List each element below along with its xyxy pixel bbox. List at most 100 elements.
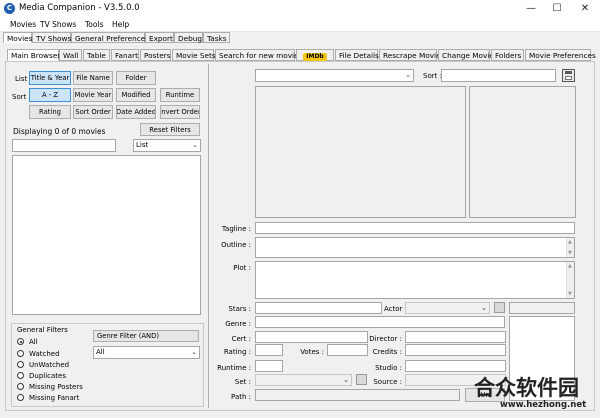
studio-field[interactable] [405,360,506,372]
runtime-field[interactable] [255,360,283,372]
save-disk-icon[interactable] [562,69,575,82]
chevron-down-icon: ⌄ [192,141,198,149]
sort-movie-year-button[interactable]: Movie Year [73,88,113,102]
path-field [255,389,460,401]
subtab-rescrape-movie[interactable]: Rescrape Movie [379,49,441,61]
scroll-up-icon: ▲ [568,263,572,269]
filter-duplicates-label: Duplicates [29,372,66,380]
subtab-file-details[interactable]: File Details [335,49,379,61]
sort-rating-button[interactable]: Rating [29,105,71,119]
subtab-table[interactable]: Table [83,49,110,61]
genre-field[interactable] [255,316,505,328]
subtab-search-new-movies[interactable]: Search for new movies [215,49,302,61]
scroll-down-icon: ▼ [568,291,572,297]
reset-filters-button[interactable]: Reset Filters [140,123,200,136]
credits-label: Credits : [372,348,402,356]
fanart-image [255,86,466,218]
watermark-main-text: 合众软件园 [474,376,579,400]
filter-missing-fanart-radio[interactable] [17,394,24,401]
cert-label: Cert : [231,335,251,343]
genre-select[interactable]: All ⌄ [93,346,200,359]
folder-button[interactable]: Folder [116,71,156,85]
stars-field[interactable] [255,302,382,314]
plot-field[interactable]: ▲ ▼ [255,261,575,299]
tab-tv-shows[interactable]: TV Shows [32,32,71,43]
menu-help[interactable]: Help [112,20,129,29]
subtab-posters[interactable]: Posters [140,49,171,61]
outline-field[interactable]: ▲ ▼ [255,237,575,258]
subtab-movie-sets[interactable]: Movie Sets [172,49,216,61]
genre-label: Genre : [225,320,251,328]
title-year-button[interactable]: Title & Year [29,71,71,85]
director-field[interactable] [405,331,506,343]
rating-label: Rating : [223,348,251,356]
actor-role-field [509,302,575,314]
filter-unwatched-radio[interactable] [17,361,24,368]
genre-filter-button[interactable]: Genre Filter (AND) [93,330,199,342]
tab-export[interactable]: Export [145,32,174,43]
runtime-label: Runtime : [217,364,251,372]
set-label: Set : [234,378,251,386]
window-title: Media Companion - V3.5.0.0 [19,3,140,13]
outline-label: Outline : [221,241,251,249]
sort-a-z-button[interactable]: A - Z [29,88,71,102]
rating-field[interactable] [255,344,283,356]
subtab-main-browser[interactable]: Main Browser [7,49,60,61]
subtab-fanart[interactable]: Fanart [111,49,139,61]
sort-sort-order-button[interactable]: Sort Order [73,105,113,119]
path-label: Path : [231,393,251,401]
credits-field[interactable] [405,344,506,356]
invert-order-button[interactable]: Invert Order [160,105,200,119]
stars-label: Stars : [228,305,251,313]
close-icon[interactable]: ✕ [571,0,599,18]
subtab-imdb[interactable]: IMDb [296,49,334,61]
filter-all-radio[interactable] [17,338,24,345]
sort-date-added-button[interactable]: Date Added [116,105,156,119]
tab-movies[interactable]: Movies [3,32,32,43]
plot-label: Plot : [233,264,251,272]
sort-modified-button[interactable]: Modified [116,88,156,102]
scroll-up-icon: ▲ [568,239,572,245]
tab-tasks[interactable]: Tasks [203,32,230,43]
watermark-url-text: www.hezhong.net [500,400,587,410]
filter-duplicates-radio[interactable] [17,372,24,379]
menu-tv-shows[interactable]: TV Shows [40,20,76,29]
studio-label: Studio : [375,364,402,372]
subtab-change-movie[interactable]: Change Movie [438,49,494,61]
cert-field[interactable] [255,331,368,343]
menu-tools[interactable]: Tools [85,20,103,29]
movie-search-input[interactable] [12,139,116,152]
general-filters-title: General Filters [17,326,68,334]
source-label: Source : [373,378,402,386]
outline-scrollbar[interactable]: ▲ ▼ [566,238,574,257]
tagline-field[interactable] [255,222,575,234]
sort-label: Sort [12,93,27,101]
file-name-button[interactable]: File Name [73,71,113,85]
movie-list[interactable] [12,155,201,315]
list-label: List [15,75,28,83]
watermark: 合众软件园 www.hezhong.net [468,372,598,416]
tab-debug[interactable]: Debug [174,32,203,43]
filter-missing-posters-radio[interactable] [17,383,24,390]
app-logo-icon: C [4,3,15,14]
view-mode-select[interactable]: List ⌄ [133,139,201,152]
chevron-down-icon: ⌄ [191,348,197,356]
movie-select[interactable]: ⌄ [255,69,414,82]
filter-unwatched-label: UnWatched [29,361,70,369]
actor-select[interactable]: ⌄ [405,302,490,314]
plot-scrollbar[interactable]: ▲ ▼ [566,262,574,298]
set-select[interactable]: ⌄ [255,374,352,386]
subtab-movie-preferences[interactable]: Movie Preferences [525,49,596,61]
actor-save-icon[interactable] [494,302,505,313]
filter-watched-radio[interactable] [17,350,24,357]
tab-general-preferences[interactable]: General Preferences [71,32,149,43]
maximize-icon[interactable]: ☐ [543,0,571,18]
sort-title-input[interactable] [441,69,556,82]
chevron-down-icon: ⌄ [405,71,411,79]
minimize-icon[interactable]: — [517,0,545,18]
menu-movies[interactable]: Movies [10,20,36,29]
subtab-folders[interactable]: Folders [491,49,524,61]
sort-runtime-button[interactable]: Runtime [160,88,200,102]
filter-watched-label: Watched [29,350,60,358]
subtab-wall[interactable]: Wall [59,49,82,61]
